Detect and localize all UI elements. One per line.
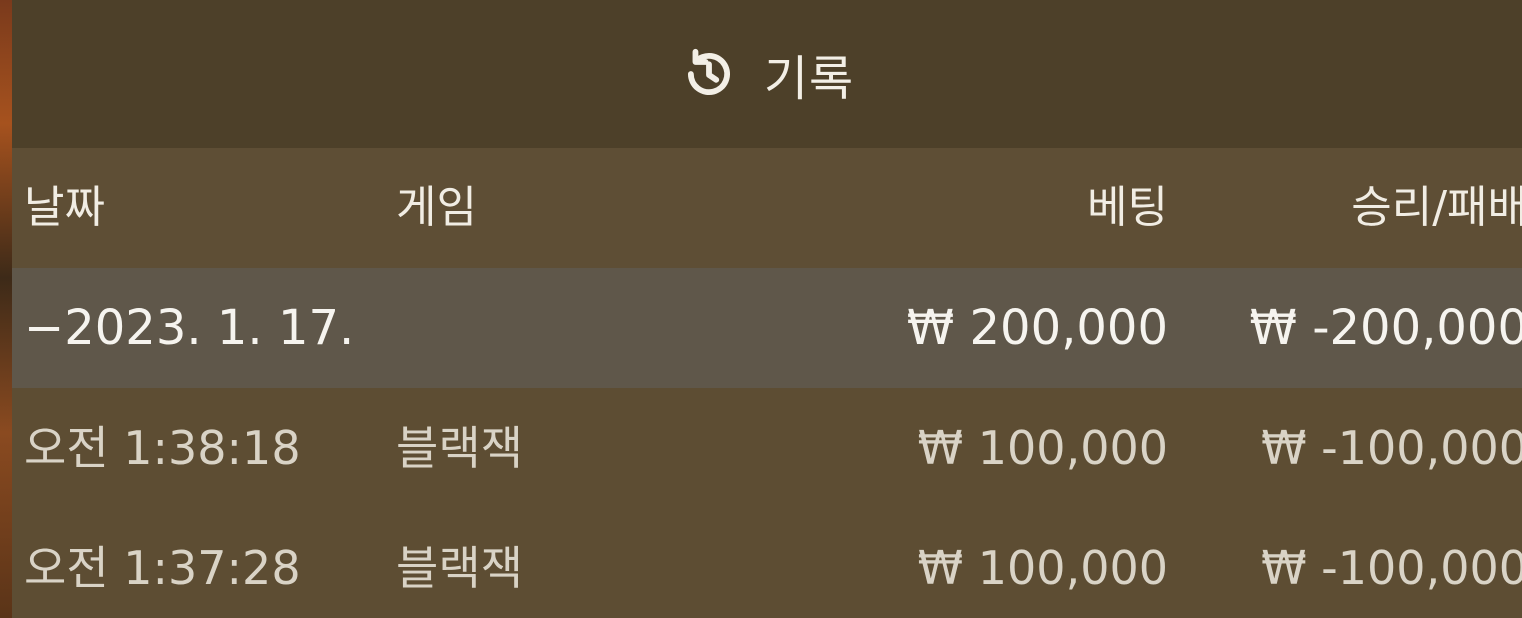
entry-win-loss: ₩ -100,000 <box>1261 421 1522 475</box>
entry-time: 오전 1:37:28 <box>24 541 301 595</box>
history-icon <box>680 45 738 103</box>
column-header-win-loss[interactable]: 승리/패배 <box>1351 148 1522 268</box>
date-group-bet-total: ₩ 200,000 <box>906 300 1168 356</box>
background-table-edge <box>0 0 12 618</box>
table-header: 날짜 게임 베팅 승리/패배 <box>12 148 1522 268</box>
column-header-date[interactable]: 날짜 <box>24 148 105 268</box>
entry-time: 오전 1:38:18 <box>24 421 301 475</box>
date-group-win-loss-total: ₩ -200,000 <box>1249 300 1522 356</box>
column-header-game[interactable]: 게임 <box>396 148 477 268</box>
history-panel: 기록 날짜 게임 베팅 승리/패배 −2023. 1. 17. ₩ 200,00… <box>12 0 1522 618</box>
table-row[interactable]: 오전 1:38:18 블랙잭 ₩ 100,000 ₩ -100,000 <box>12 388 1522 508</box>
date-group-label: −2023. 1. 17. <box>24 300 355 356</box>
entry-game: 블랙잭 <box>396 421 523 475</box>
panel-header: 기록 <box>12 0 1522 148</box>
column-header-bet[interactable]: 베팅 <box>1087 148 1168 268</box>
entry-bet: ₩ 100,000 <box>917 421 1168 475</box>
entry-bet: ₩ 100,000 <box>917 541 1168 595</box>
entry-win-loss: ₩ -100,000 <box>1261 541 1522 595</box>
panel-title: 기록 <box>763 51 855 107</box>
table-row[interactable]: 오전 1:37:28 블랙잭 ₩ 100,000 ₩ -100,000 <box>12 508 1522 618</box>
entry-game: 블랙잭 <box>396 541 523 595</box>
date-group-row[interactable]: −2023. 1. 17. ₩ 200,000 ₩ -200,000 <box>12 268 1522 388</box>
history-screen: 기록 날짜 게임 베팅 승리/패배 −2023. 1. 17. ₩ 200,00… <box>0 0 1522 618</box>
